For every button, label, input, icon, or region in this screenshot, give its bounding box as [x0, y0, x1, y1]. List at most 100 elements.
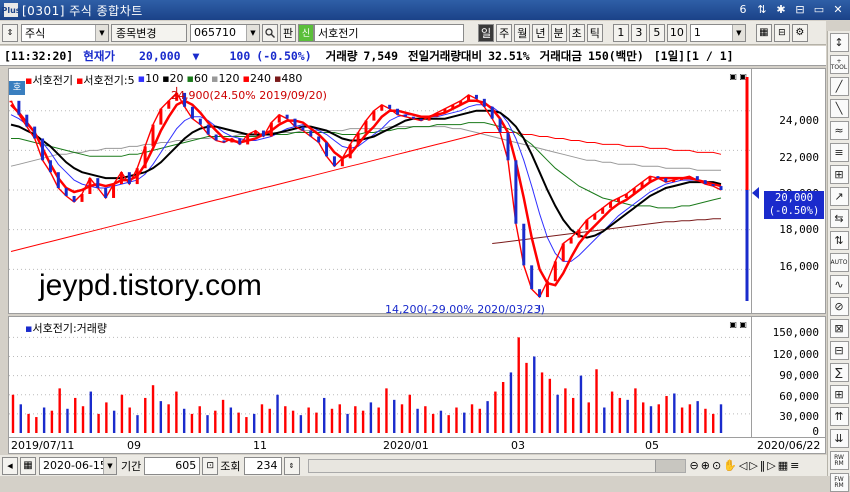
- minimize-button[interactable]: ⊟: [792, 2, 808, 17]
- current-price-marker-icon: [752, 187, 759, 199]
- list-icon[interactable]: ≡: [790, 459, 799, 472]
- stock-code-field[interactable]: 065710 ▼: [190, 23, 260, 42]
- period-tick-tab[interactable]: 틱: [586, 23, 603, 42]
- view-field[interactable]: 234: [243, 456, 282, 475]
- period-year-tab[interactable]: 년: [532, 23, 549, 42]
- next-icon[interactable]: ▷: [767, 459, 775, 472]
- zoom-controls[interactable]: ⊖ ⊕ ⊙ ✋ ◁ ▷ ‖ ▷ ▦ ≡: [690, 459, 800, 472]
- volume-bar: [556, 394, 559, 433]
- chevron-down-icon[interactable]: ▼: [95, 24, 108, 41]
- pan-button[interactable]: 판: [280, 23, 296, 42]
- scrollbar-track[interactable]: [307, 458, 686, 473]
- interval-1-button[interactable]: 1: [612, 23, 629, 42]
- collapse-icon[interactable]: ↕: [829, 33, 849, 52]
- search-button[interactable]: [262, 23, 278, 42]
- settings-icon[interactable]: ⚙: [791, 23, 808, 42]
- window-number-button[interactable]: 6: [735, 2, 751, 17]
- volume-bar: [494, 391, 497, 433]
- price-chart-panel[interactable]: ▪서호전기 ▪서호전기:5 ▪10 ▪20 ▪60 ▪120 ▪240 ▪480…: [8, 68, 752, 316]
- period-second-tab[interactable]: 초: [568, 23, 585, 42]
- candle: [135, 168, 139, 185]
- view-icon[interactable]: ⊡: [202, 456, 219, 475]
- candle: [656, 176, 660, 179]
- candle: [435, 112, 439, 117]
- volume-tick: 0: [812, 425, 819, 438]
- chevron-down-icon[interactable]: ▼: [731, 24, 745, 41]
- page-indicator[interactable]: [1일][1 / 1]: [654, 48, 734, 64]
- close-button[interactable]: ✕: [830, 2, 846, 17]
- pause-icon[interactable]: ‖: [760, 459, 766, 472]
- low-annotation-text: 14,200(-29.00% 2020/03/23): [385, 303, 545, 316]
- period-field[interactable]: 605: [144, 456, 201, 475]
- swap-icon[interactable]: ⇆: [829, 209, 849, 228]
- volume-tick: 150,000: [772, 326, 819, 339]
- parallel-icon[interactable]: ≡: [829, 143, 849, 162]
- chevron-down-icon[interactable]: ▼: [246, 24, 259, 41]
- volume-chart-panel[interactable]: ▪서호전기:거래량 ▣ ▣: [8, 316, 752, 438]
- down-icon[interactable]: ⇊: [829, 429, 849, 448]
- volume-bar: [603, 407, 606, 433]
- play-icon[interactable]: ▷: [749, 459, 757, 472]
- candle: [490, 106, 494, 119]
- maximize-button[interactable]: ▭: [811, 2, 827, 17]
- block-icon[interactable]: ⊘: [829, 297, 849, 316]
- prev-icon[interactable]: ◁: [739, 459, 747, 472]
- tool-icon[interactable]: + TOOL: [829, 55, 849, 74]
- date-tick: 09: [127, 439, 141, 452]
- zoom-out-icon[interactable]: ⊖: [690, 459, 699, 472]
- view-spinner-icon[interactable]: ⇕: [283, 456, 300, 475]
- volume-bar: [439, 410, 443, 433]
- period-day-tab[interactable]: 일: [478, 23, 495, 42]
- chevron-down-icon[interactable]: ▼: [103, 457, 116, 474]
- layout-icon[interactable]: ⊞: [829, 385, 849, 404]
- line-down-icon[interactable]: ╲: [829, 99, 849, 118]
- pin-button[interactable]: ✱: [773, 2, 789, 17]
- volume-bar: [649, 406, 653, 433]
- updown-icon[interactable]: ⇅: [829, 231, 849, 250]
- grid-tool-icon[interactable]: ⊞: [829, 165, 849, 184]
- sin-badge[interactable]: 신: [298, 23, 314, 42]
- period-month-tab[interactable]: 월: [514, 23, 531, 42]
- market-spinner-icon[interactable]: ⇕: [2, 23, 18, 42]
- rw-rm-icon[interactable]: RW RM: [829, 451, 849, 470]
- period-week-tab[interactable]: 주: [496, 23, 513, 42]
- calendar-icon[interactable]: ▦: [20, 456, 36, 475]
- date-field[interactable]: 2020-06-15 ▼: [39, 456, 117, 475]
- arrow-tool-icon[interactable]: ↗: [829, 187, 849, 206]
- stock-change-button[interactable]: 종목변경: [111, 23, 187, 42]
- interval-3-button[interactable]: 3: [630, 23, 647, 42]
- zoom-fit-icon[interactable]: ⊙: [712, 459, 721, 472]
- box-icon[interactable]: ⊠: [829, 319, 849, 338]
- interval-5-button[interactable]: 5: [648, 23, 665, 42]
- period-minute-tab[interactable]: 분: [550, 23, 567, 42]
- trendline-icon[interactable]: ╱: [829, 77, 849, 96]
- grid-icon[interactable]: ▦: [755, 23, 772, 42]
- auto-icon[interactable]: AUTO: [829, 253, 849, 272]
- candle: [48, 160, 52, 173]
- panel-icon[interactable]: ⊟: [829, 341, 849, 360]
- hand-icon[interactable]: ✋: [723, 459, 737, 472]
- low-annotation: 14,200(-29.00% 2020/03/23): [385, 303, 545, 316]
- volume-bar: [719, 404, 723, 433]
- down-arrow-icon: ▼: [192, 48, 200, 63]
- market-select[interactable]: 주식 ▼: [21, 23, 109, 42]
- up-icon[interactable]: ⇈: [829, 407, 849, 426]
- search-icon: [265, 27, 275, 38]
- zoom-in-icon[interactable]: ⊕: [701, 459, 710, 472]
- interval-select[interactable]: 1 ▼: [689, 23, 746, 42]
- scroll-left-icon[interactable]: ◀: [2, 456, 18, 475]
- series-line-480: [492, 218, 721, 244]
- volume-bar: [712, 413, 715, 433]
- sum-icon[interactable]: ∑: [829, 363, 849, 382]
- link-button[interactable]: ⇅: [754, 2, 770, 17]
- candle: [222, 140, 226, 143]
- interval-10-button[interactable]: 10: [666, 23, 687, 42]
- volume-bar: [618, 397, 622, 433]
- scrollbar-thumb[interactable]: [654, 459, 685, 472]
- lock-icon[interactable]: ⊟: [773, 23, 790, 42]
- volume-bar: [657, 404, 660, 433]
- sine-icon[interactable]: ∿: [829, 275, 849, 294]
- wave-icon[interactable]: ≈: [829, 121, 849, 140]
- chart-icon[interactable]: ▦: [778, 459, 788, 472]
- volume-chart-svg: [9, 336, 751, 433]
